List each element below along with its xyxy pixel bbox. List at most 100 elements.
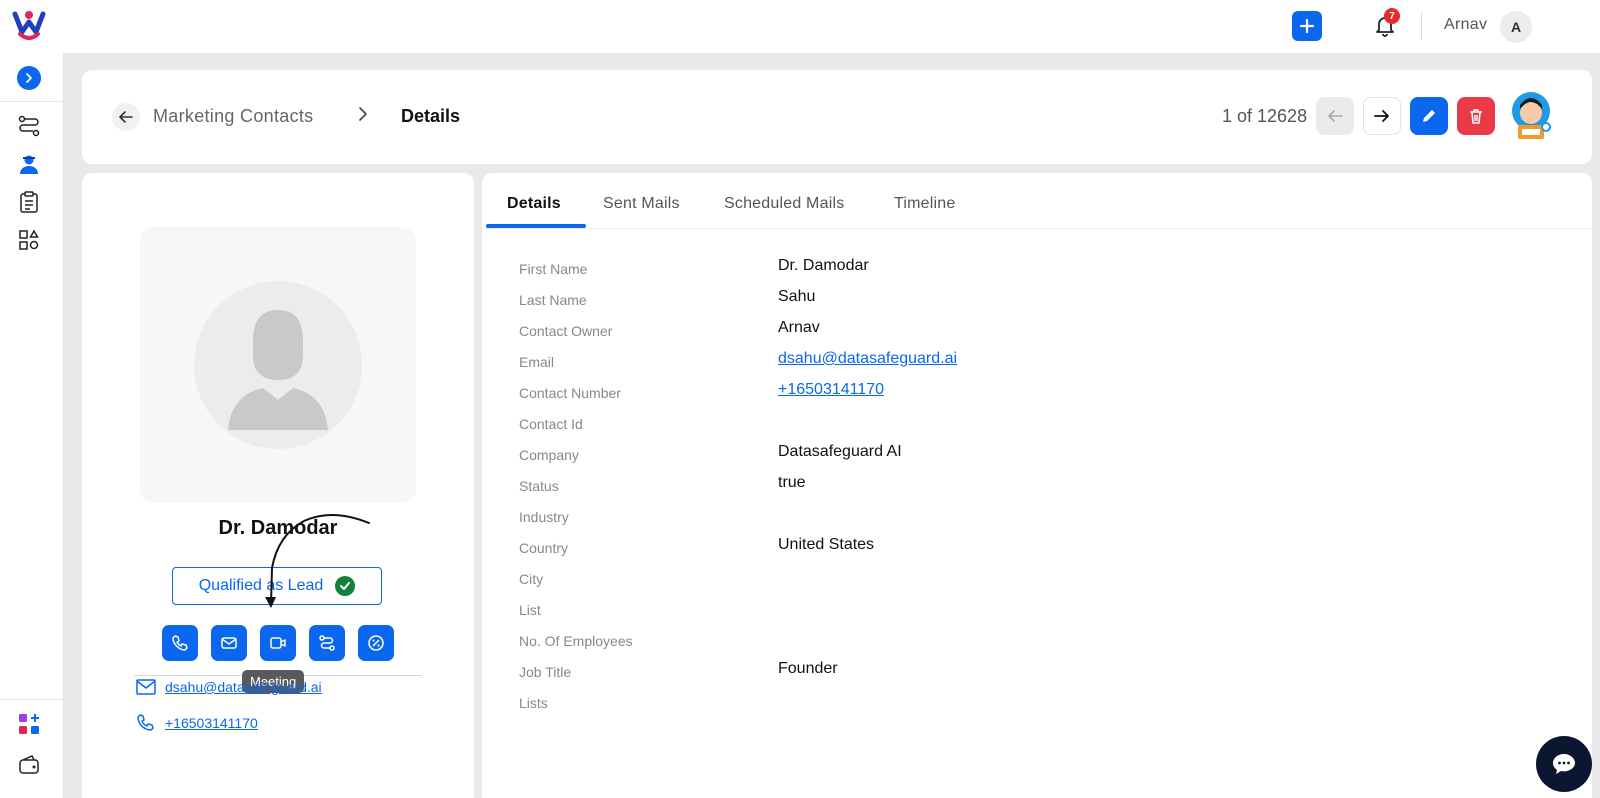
previous-record-button[interactable] bbox=[1316, 97, 1354, 135]
field-job-title: Job Title Founder bbox=[519, 660, 1519, 691]
sidebar-item-tasks[interactable] bbox=[16, 189, 42, 215]
edit-button[interactable] bbox=[1410, 97, 1448, 135]
chevron-right-icon bbox=[26, 73, 32, 83]
profile-phone-link[interactable]: +16503141170 bbox=[165, 715, 258, 731]
workflow-icon bbox=[18, 115, 40, 137]
quick-actions bbox=[162, 625, 394, 661]
profile-card: Dr. Damodar Qualified as Lead Meeting ds… bbox=[82, 173, 474, 798]
chat-icon bbox=[1553, 754, 1575, 774]
field-employees: No. Of Employees bbox=[519, 629, 1519, 660]
field-email-link[interactable]: dsahu@datasafeguard.ai bbox=[778, 350, 957, 368]
tab-bar: Details Sent Mails Scheduled Mails Timel… bbox=[482, 173, 1592, 229]
profile-email-row: dsahu@datasafeguard.ai bbox=[136, 679, 322, 695]
divider bbox=[0, 699, 64, 700]
quick-add-button[interactable] bbox=[1292, 11, 1322, 41]
field-label: Email bbox=[519, 354, 555, 370]
phone-icon bbox=[137, 714, 154, 731]
field-value: Sahu bbox=[778, 288, 816, 305]
mail-icon bbox=[221, 637, 237, 649]
field-list: List bbox=[519, 598, 1519, 629]
breadcrumb-parent[interactable]: Marketing Contacts bbox=[153, 106, 313, 127]
pencil-icon bbox=[1423, 110, 1435, 122]
check-icon bbox=[335, 576, 356, 596]
user-avatar[interactable]: A bbox=[1500, 11, 1532, 43]
wallet-icon bbox=[19, 755, 39, 774]
profile-email-link[interactable]: dsahu@datasafeguard.ai bbox=[165, 679, 322, 695]
field-first-name: First Name Dr. Damodar bbox=[519, 257, 1519, 288]
delete-button[interactable] bbox=[1457, 97, 1495, 135]
field-contact-id: Contact Id bbox=[519, 412, 1519, 443]
tab-scheduled-mails[interactable]: Scheduled Mails bbox=[724, 195, 844, 213]
next-record-button[interactable] bbox=[1363, 97, 1401, 135]
assistant-avatar[interactable] bbox=[1510, 91, 1556, 141]
field-phone-link[interactable]: +16503141170 bbox=[778, 381, 884, 399]
app-logo[interactable] bbox=[12, 8, 46, 42]
field-label: Industry bbox=[519, 509, 569, 525]
meeting-button[interactable] bbox=[260, 625, 296, 661]
tab-details[interactable]: Details bbox=[507, 195, 561, 213]
field-value: Arnav bbox=[778, 319, 820, 336]
arrow-right-icon bbox=[1374, 110, 1389, 122]
record-pager: 1 of 12628 bbox=[1222, 106, 1308, 126]
contacts-icon bbox=[20, 155, 38, 174]
field-contact-number: Contact Number +16503141170 bbox=[519, 381, 1519, 412]
user-name[interactable]: Arnav bbox=[1444, 16, 1487, 34]
video-icon bbox=[270, 637, 286, 649]
email-button[interactable] bbox=[211, 625, 247, 661]
sidebar-item-workflows[interactable] bbox=[16, 113, 42, 139]
lead-status-badge[interactable]: Qualified as Lead bbox=[172, 567, 382, 605]
sidebar-item-wallet[interactable] bbox=[16, 752, 42, 778]
field-label: First Name bbox=[519, 261, 588, 277]
avatar bbox=[194, 281, 362, 449]
field-label: Lists bbox=[519, 695, 548, 711]
field-label: Last Name bbox=[519, 292, 587, 308]
field-label: Contact Number bbox=[519, 385, 621, 401]
field-label: List bbox=[519, 602, 541, 618]
profile-photo-box[interactable] bbox=[140, 227, 416, 503]
field-city: City bbox=[519, 567, 1519, 598]
tab-sent-mails[interactable]: Sent Mails bbox=[603, 195, 680, 213]
field-last-name: Last Name Sahu bbox=[519, 288, 1519, 319]
user-silhouette-icon bbox=[228, 310, 328, 430]
field-label: No. Of Employees bbox=[519, 633, 633, 649]
sidebar-item-apps[interactable] bbox=[16, 711, 42, 737]
field-label: Company bbox=[519, 447, 579, 463]
field-country: Country United States bbox=[519, 536, 1519, 567]
field-label: City bbox=[519, 571, 544, 587]
field-label: Country bbox=[519, 540, 569, 556]
arrow-left-icon bbox=[1328, 110, 1343, 122]
divider bbox=[1421, 12, 1422, 40]
trash-icon bbox=[1470, 109, 1482, 124]
active-tab-indicator bbox=[486, 224, 586, 228]
divider bbox=[0, 101, 64, 102]
top-bar: 7 Arnav A bbox=[0, 0, 1600, 53]
field-email: Email dsahu@datasafeguard.ai bbox=[519, 350, 1519, 381]
route-icon bbox=[319, 635, 335, 651]
page-title: Details bbox=[401, 106, 461, 126]
call-button[interactable] bbox=[162, 625, 198, 661]
profile-phone-row: +16503141170 bbox=[136, 714, 258, 732]
back-button[interactable] bbox=[112, 103, 140, 131]
phone-icon bbox=[172, 635, 188, 651]
field-label: Status bbox=[519, 478, 559, 494]
field-status: Status true bbox=[519, 474, 1519, 505]
chevron-right-icon bbox=[358, 107, 368, 126]
sidebar-item-contacts[interactable] bbox=[16, 151, 42, 177]
sidebar-expand-button[interactable] bbox=[17, 66, 41, 90]
details-card: Details Sent Mails Scheduled Mails Timel… bbox=[482, 173, 1592, 798]
tab-timeline[interactable]: Timeline bbox=[894, 195, 955, 213]
sidebar-item-shapes[interactable] bbox=[16, 227, 42, 253]
mail-icon bbox=[136, 679, 156, 695]
field-label: Contact Owner bbox=[519, 323, 613, 339]
field-value: Dr. Damodar bbox=[778, 257, 869, 274]
percent-badge-icon bbox=[368, 635, 384, 651]
chat-button[interactable] bbox=[1536, 736, 1592, 792]
offer-button[interactable] bbox=[358, 625, 394, 661]
profile-name: Dr. Damodar bbox=[218, 517, 338, 539]
lead-status-label: Qualified as Lead bbox=[198, 577, 324, 594]
route-button[interactable] bbox=[309, 625, 345, 661]
sidebar bbox=[0, 53, 64, 798]
field-label: Contact Id bbox=[519, 416, 583, 432]
clipboard-icon bbox=[20, 191, 38, 213]
field-label: Job Title bbox=[519, 664, 572, 680]
